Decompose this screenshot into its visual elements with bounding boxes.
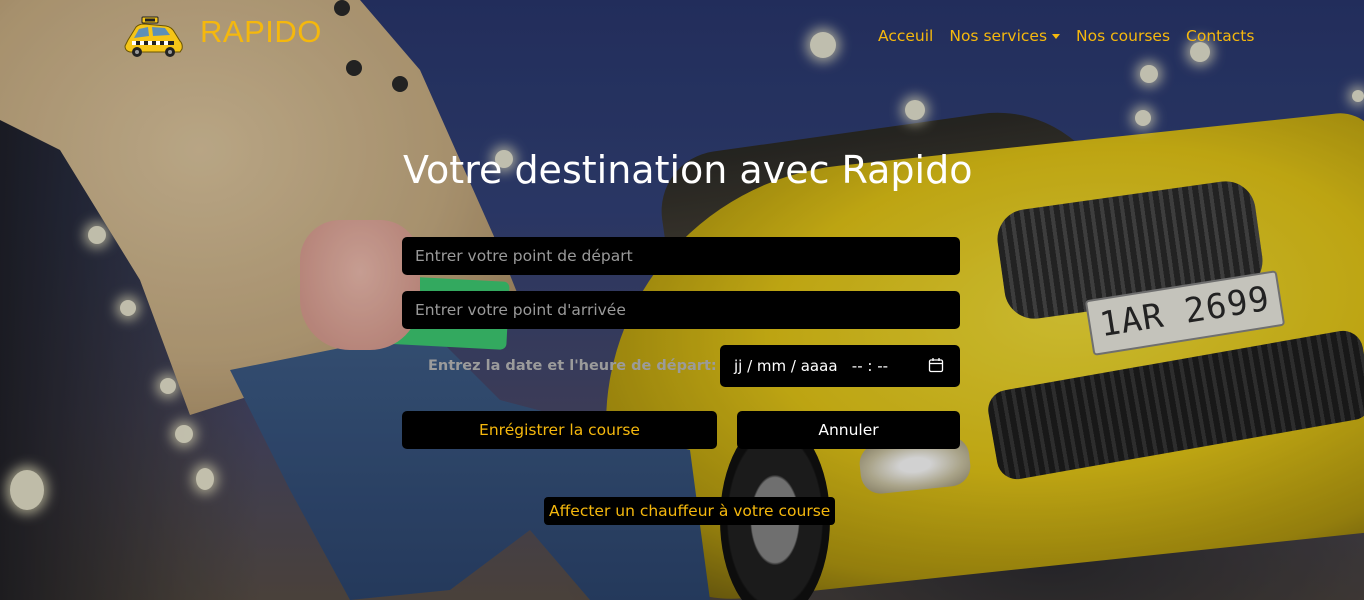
page-title: Votre destination avec Rapido [403,148,973,192]
nav-item-label: Nos services [949,27,1048,45]
nav-item-nos-courses[interactable]: Nos courses [1076,27,1170,45]
navbar: RAPIDO Acceuil Nos services Nos courses … [0,0,1364,70]
taxi-icon [124,16,183,57]
date-label: Entrez la date et l'heure de départ: [428,358,717,374]
nav-item-nos-services[interactable]: Nos services [949,27,1061,45]
datetime-input[interactable]: jj / mm / aaaa -- : -- [720,345,960,387]
nav-item-contacts[interactable]: Contacts [1186,27,1254,45]
caret-down-icon [1052,34,1061,39]
arrival-input[interactable] [402,291,960,329]
brand-logo[interactable] [122,14,184,58]
departure-input[interactable] [402,237,960,275]
main-nav: Acceuil Nos services Nos courses Contact… [878,27,1254,45]
cancel-button[interactable]: Annuler [737,411,960,449]
save-course-button[interactable]: Enrégistrer la course [402,411,717,449]
calendar-icon[interactable] [928,357,944,373]
nav-item-acceuil[interactable]: Acceuil [878,27,933,45]
assign-driver-button[interactable]: Affecter un chauffeur à votre course [544,497,836,525]
brand-name[interactable]: RAPIDO [200,14,322,50]
datetime-value: jj / mm / aaaa -- : -- [734,357,889,375]
